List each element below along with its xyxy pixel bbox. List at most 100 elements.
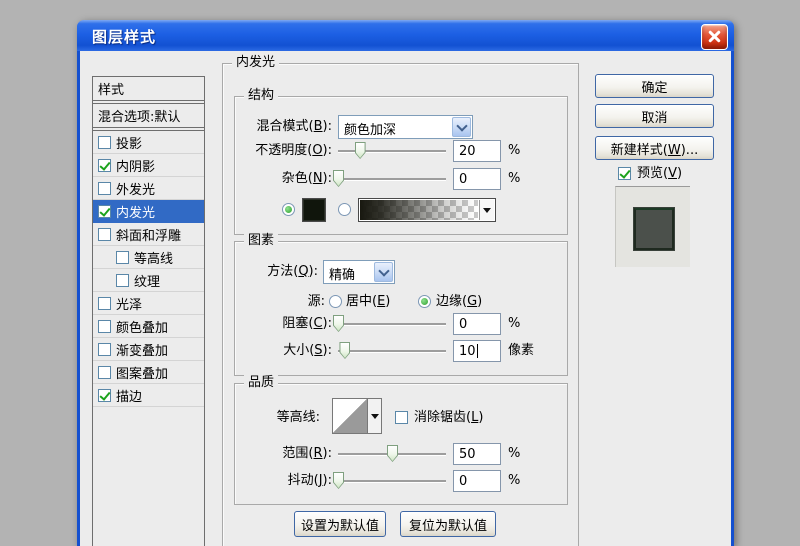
choke-slider[interactable] bbox=[338, 314, 446, 334]
sidebar-item-blending-options[interactable]: 混合选项:默认 bbox=[93, 104, 204, 128]
sidebar-item-color-overlay[interactable]: 颜色叠加 bbox=[93, 315, 204, 338]
contour-picker[interactable] bbox=[332, 398, 368, 434]
slider-track[interactable] bbox=[338, 178, 446, 180]
noise-input[interactable]: 0 bbox=[453, 168, 501, 190]
source-edge-label[interactable]: 边缘(G) bbox=[436, 292, 482, 312]
glow-gradient-radio[interactable] bbox=[338, 203, 351, 216]
drop-shadow-checkbox[interactable] bbox=[98, 136, 111, 149]
slider-track[interactable] bbox=[338, 150, 446, 152]
sidebar-item-bevel-emboss[interactable]: 斜面和浮雕 bbox=[93, 223, 204, 246]
source-edge-radio[interactable] bbox=[418, 295, 431, 308]
size-unit: 像素 bbox=[508, 341, 534, 361]
antialias-label[interactable]: 消除锯齿(L) bbox=[414, 408, 483, 428]
source-center-radio[interactable] bbox=[329, 295, 342, 308]
pattern-overlay-checkbox[interactable] bbox=[98, 366, 111, 379]
slider-track[interactable] bbox=[338, 350, 446, 352]
sidebar-item-outer-glow[interactable]: 外发光 bbox=[93, 177, 204, 200]
outer-glow-checkbox[interactable] bbox=[98, 182, 111, 195]
noise-label: 杂色(N): bbox=[192, 169, 332, 189]
technique-label: 方法(Q): bbox=[178, 262, 318, 282]
blend-mode-value: 颜色加深 bbox=[339, 116, 451, 138]
noise-unit: % bbox=[508, 169, 520, 189]
styles-header-label: 样式 bbox=[98, 79, 124, 98]
text-caret bbox=[477, 344, 478, 358]
opacity-input[interactable]: 20 bbox=[453, 140, 501, 162]
gradient-dropdown-button[interactable] bbox=[479, 200, 494, 220]
source-label: 源: bbox=[185, 292, 325, 312]
contour-dropdown-button[interactable] bbox=[367, 398, 382, 434]
sidebar-item-inner-shadow[interactable]: 内阴影 bbox=[93, 154, 204, 177]
preview-thumbnail bbox=[615, 186, 690, 267]
size-input[interactable]: 10 bbox=[453, 340, 501, 362]
slider-track[interactable] bbox=[338, 323, 446, 325]
blend-mode-select[interactable]: 颜色加深 bbox=[338, 115, 473, 139]
jitter-unit: % bbox=[508, 471, 520, 491]
sidebar-item-drop-shadow[interactable]: 投影 bbox=[93, 131, 204, 154]
sidebar-item-gradient-overlay[interactable]: 渐变叠加 bbox=[93, 338, 204, 361]
set-default-button[interactable]: 设置为默认值 bbox=[294, 511, 386, 537]
titlebar[interactable]: 图层样式 bbox=[77, 20, 734, 51]
sidebar-item-stroke[interactable]: 描边 bbox=[93, 384, 204, 407]
slider-thumb[interactable] bbox=[355, 142, 366, 159]
combo-dropdown-button[interactable] bbox=[452, 117, 471, 137]
styles-list-header[interactable]: 样式 bbox=[93, 77, 204, 101]
jitter-label: 抖动(J): bbox=[192, 471, 332, 491]
antialias-checkbox[interactable] bbox=[395, 411, 408, 424]
opacity-label: 不透明度(O): bbox=[192, 141, 332, 161]
slider-thumb[interactable] bbox=[387, 445, 398, 462]
stroke-checkbox[interactable] bbox=[98, 389, 111, 402]
close-button[interactable] bbox=[701, 24, 728, 50]
inner-glow-checkbox[interactable] bbox=[98, 205, 111, 218]
color-overlay-checkbox[interactable] bbox=[98, 320, 111, 333]
bevel-emboss-checkbox[interactable] bbox=[98, 228, 111, 241]
technique-select[interactable]: 精确 bbox=[323, 260, 395, 284]
chevron-down-icon bbox=[456, 120, 467, 131]
inner-shadow-checkbox[interactable] bbox=[98, 159, 111, 172]
choke-unit: % bbox=[508, 314, 520, 334]
contour-label: 等高线: bbox=[180, 408, 320, 428]
dialog-body: 样式 混合选项:默认 投影 内阴影 外发光 内发光 bbox=[80, 51, 731, 546]
combo-dropdown-button[interactable] bbox=[374, 262, 393, 282]
dialog-title: 图层样式 bbox=[92, 26, 156, 47]
reset-default-button[interactable]: 复位为默认值 bbox=[400, 511, 496, 537]
triangle-down-icon bbox=[483, 208, 491, 213]
glow-color-swatch[interactable] bbox=[302, 198, 326, 222]
range-slider[interactable] bbox=[338, 444, 446, 464]
opacity-slider[interactable] bbox=[338, 141, 446, 161]
slider-thumb[interactable] bbox=[339, 342, 350, 359]
elements-group-title: 图素 bbox=[244, 233, 278, 249]
desktop: { "window": { "title": "图层样式" }, "sideba… bbox=[0, 0, 800, 546]
triangle-down-icon bbox=[371, 414, 379, 419]
choke-label: 阻塞(C): bbox=[192, 314, 332, 334]
gradient-preview[interactable] bbox=[360, 200, 478, 220]
glow-color-radio[interactable] bbox=[282, 203, 295, 216]
source-center-label[interactable]: 居中(E) bbox=[346, 292, 390, 312]
structure-group-title: 结构 bbox=[244, 88, 278, 104]
cancel-button[interactable]: 取消 bbox=[595, 104, 714, 128]
range-input[interactable]: 50 bbox=[453, 443, 501, 465]
sidebar-item-pattern-overlay[interactable]: 图案叠加 bbox=[93, 361, 204, 384]
preview-checkbox[interactable] bbox=[618, 167, 631, 180]
range-unit: % bbox=[508, 444, 520, 464]
jitter-input[interactable]: 0 bbox=[453, 470, 501, 492]
satin-checkbox[interactable] bbox=[98, 297, 111, 310]
jitter-slider[interactable] bbox=[338, 471, 446, 491]
chevron-down-icon bbox=[378, 265, 389, 276]
sidebar-item-inner-glow[interactable]: 内发光 bbox=[93, 200, 204, 223]
technique-value: 精确 bbox=[324, 261, 373, 283]
size-label: 大小(S): bbox=[192, 341, 332, 361]
ok-button[interactable]: 确定 bbox=[595, 74, 714, 98]
new-style-button[interactable]: 新建样式(W)... bbox=[595, 136, 714, 160]
layer-style-dialog: 图层样式 样式 混合选项:默认 投影 内阴影 bbox=[77, 20, 734, 546]
choke-input[interactable]: 0 bbox=[453, 313, 501, 335]
slider-track[interactable] bbox=[338, 480, 446, 482]
preview-square bbox=[634, 208, 674, 250]
preview-label[interactable]: 预览(V) bbox=[637, 164, 682, 184]
gradient-overlay-checkbox[interactable] bbox=[98, 343, 111, 356]
size-slider[interactable] bbox=[338, 341, 446, 361]
noise-slider[interactable] bbox=[338, 169, 446, 189]
blending-options-label: 混合选项:默认 bbox=[98, 106, 180, 125]
gradient-picker[interactable] bbox=[358, 198, 496, 222]
contour-checkbox[interactable] bbox=[116, 251, 129, 264]
texture-checkbox[interactable] bbox=[116, 274, 129, 287]
